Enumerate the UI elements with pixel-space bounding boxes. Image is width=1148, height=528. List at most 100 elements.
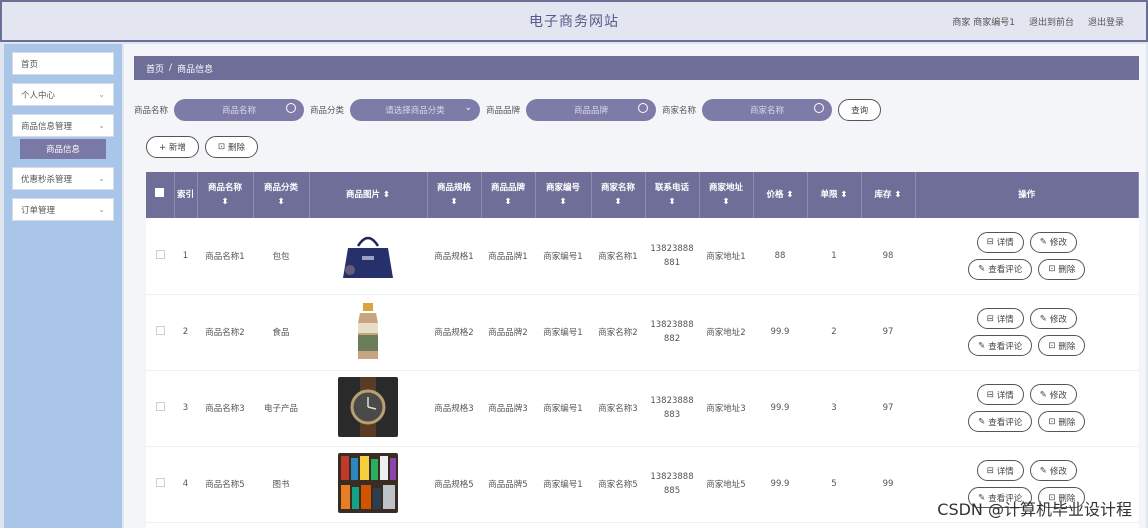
edit-icon: ✎ [1039, 389, 1047, 400]
detail-button[interactable]: ⊟ 详情 [976, 384, 1024, 405]
product-name-input[interactable]: 商品名称 [174, 99, 305, 121]
detail-button[interactable]: ⊟ 详情 [976, 460, 1024, 481]
brand-input[interactable]: 商品品牌 [526, 99, 657, 121]
col-spec[interactable]: 商品规格 ⬍ [427, 172, 482, 218]
op-label: 查看评论 [988, 417, 1023, 428]
search-icon [814, 103, 825, 113]
edit-button[interactable]: ✎ 修改 [1029, 308, 1077, 329]
detail-button[interactable]: ⊟ 详情 [976, 231, 1024, 253]
cell-merchant-no: 商家编号1 [535, 370, 591, 447]
sidebar-item-label: 个人中心 [21, 90, 56, 101]
sidebar-item-orders[interactable]: 订单管理 ⌄ [12, 198, 114, 221]
toolbar: + 新增 ⊡ 删除 [146, 136, 258, 158]
row-checkbox[interactable] [146, 294, 174, 371]
breadcrumb-separator: / [169, 63, 173, 73]
edit-button[interactable]: ✎ 修改 [1029, 231, 1077, 253]
col-merchant-name[interactable]: 商家名称 ⬍ [591, 172, 646, 218]
table-row: 2 商品名称2 食品 商品规格2 商品品牌2 商家编号1 商家名称2 13823888882 商… [146, 294, 1139, 371]
cell-index: 2 [174, 294, 197, 371]
top-bar: 电子商务网站 商家 商家编号1 退出到前台 退出登录 [0, 0, 1148, 42]
cell-ops: ⊟ 详情 ✎ 修改 ✎ 查看评论 ⊡ 删除 [915, 370, 1139, 447]
op-label: 修改 [1049, 390, 1067, 401]
cell-spec: 商品规格1 [427, 218, 481, 295]
op-label: 查看评论 [988, 265, 1023, 276]
cell-category: 食品 [253, 294, 309, 371]
cell-merchant-name: 商家名称1 [591, 218, 645, 295]
col-label: 商品图片 [345, 190, 380, 200]
row-checkbox[interactable] [146, 218, 174, 295]
back-to-front-link[interactable]: 退出到前台 [1029, 15, 1074, 28]
cell-merchant-no: 商家编号1 [535, 218, 591, 295]
merchant-name-input[interactable]: 商家名称 [702, 99, 833, 121]
row-delete-button[interactable]: ⊡ 删除 [1038, 335, 1086, 356]
cell-stock: 97 [861, 294, 915, 371]
input-placeholder: 商品品牌 [574, 106, 609, 116]
search-label-name: 商品名称 [134, 106, 169, 116]
sidebar-item-label: 优惠秒杀管理 [21, 174, 73, 185]
col-label: 商家编号 [545, 183, 580, 193]
row-checkbox[interactable] [146, 370, 174, 447]
cell-name: 商品名称1 [197, 218, 253, 295]
col-image[interactable]: 商品图片 ⬍ [309, 172, 428, 218]
col-label: 商品分类 [263, 183, 298, 193]
add-button[interactable]: + 新增 [146, 136, 199, 158]
col-stock[interactable]: 库存 ⬍ [861, 172, 916, 218]
edit-button[interactable]: ✎ 修改 [1029, 460, 1077, 481]
op-label: 删除 [1058, 417, 1076, 428]
logout-link[interactable]: 退出登录 [1088, 15, 1124, 28]
breadcrumb-home[interactable]: 首页 [146, 62, 164, 75]
cell-name: 商品名称2 [197, 294, 253, 371]
view-comments-button[interactable]: ✎ 查看评论 [968, 411, 1033, 432]
col-limit[interactable]: 单限 ⬍ [807, 172, 862, 218]
cell-phone: 13823888881 [645, 218, 699, 295]
edit-icon: ✎ [1039, 465, 1047, 476]
view-comments-button[interactable]: ✎ 查看评论 [968, 335, 1033, 356]
cell-stock: 97 [861, 370, 915, 447]
chevron-down-icon: ⌄ [464, 103, 473, 113]
sidebar-item-product-management[interactable]: 商品信息管理 ⌄ [12, 114, 114, 137]
col-label: 商品名称 [207, 183, 242, 193]
col-name[interactable]: 商品名称 ⬍ [197, 172, 254, 218]
trash-icon: ⊡ [1048, 340, 1056, 351]
breadcrumb-current: 商品信息 [177, 64, 214, 75]
cell-limit: 5 [807, 446, 861, 523]
category-select[interactable]: 请选择商品分类 ⌄ [350, 99, 481, 121]
sidebar-subitem-product-info[interactable]: 商品信息 [20, 139, 106, 159]
cell-phone: 13823888882 [645, 294, 699, 371]
col-phone[interactable]: 联系电话 ⬍ [645, 172, 700, 218]
cell-index: 3 [174, 370, 197, 447]
sidebar-item-personal-center[interactable]: 个人中心 ⌄ [12, 83, 114, 106]
col-price[interactable]: 价格 ⬍ [753, 172, 808, 218]
cell-limit: 1 [807, 218, 861, 295]
sidebar-item-home[interactable]: 首页 [12, 52, 114, 75]
cell-index: 4 [174, 446, 197, 523]
chevron-down-icon: ⌄ [98, 205, 105, 214]
view-comments-button[interactable]: ✎ 查看评论 [968, 258, 1033, 280]
select-all-checkbox[interactable] [146, 172, 175, 218]
cell-stock: 99 [861, 446, 915, 523]
sidebar-item-flash-sale[interactable]: 优惠秒杀管理 ⌄ [12, 167, 114, 190]
row-checkbox[interactable] [146, 446, 174, 523]
row-delete-button[interactable]: ⊡ 删除 [1038, 411, 1086, 432]
col-address[interactable]: 商家地址 ⬍ [699, 172, 754, 218]
csdn-watermark: CSDN @计算机毕业设计程 [937, 500, 1132, 519]
cell-ops: ⊟ 详情 ✎ 修改 ✎ 查看评论 ⊡ 删除 [915, 294, 1139, 371]
cell-category: 包包 [253, 218, 309, 295]
sidebar-item-label: 商品信息管理 [21, 121, 73, 132]
chevron-down-icon: ⌄ [98, 174, 105, 183]
col-brand[interactable]: 商品品牌 ⬍ [481, 172, 536, 218]
sidebar-item-label: 首页 [21, 59, 39, 70]
row-delete-button[interactable]: ⊡ 删除 [1038, 258, 1086, 280]
edit-button[interactable]: ✎ 修改 [1029, 384, 1077, 405]
delete-button[interactable]: ⊡ 删除 [204, 136, 258, 158]
col-category[interactable]: 商品分类 ⬍ [253, 172, 310, 218]
comment-icon: ✎ [978, 264, 986, 275]
cell-merchant-no: 商家编号1 [535, 446, 591, 523]
query-button[interactable]: 查询 [838, 99, 882, 121]
detail-icon: ⊟ [986, 237, 994, 248]
detail-button[interactable]: ⊟ 详情 [976, 308, 1024, 329]
comment-icon: ✎ [978, 416, 986, 427]
col-merchant-no[interactable]: 商家编号 ⬍ [535, 172, 592, 218]
col-label: 商家名称 [600, 183, 635, 193]
merchant-account-link[interactable]: 商家 商家编号1 [952, 15, 1015, 28]
